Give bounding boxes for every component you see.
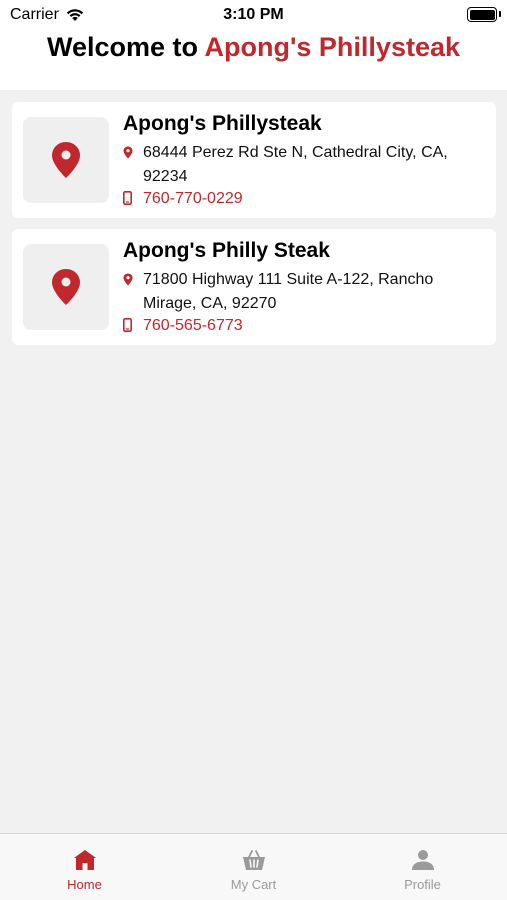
location-thumbnail [23, 244, 109, 330]
map-pin-icon [52, 142, 80, 178]
location-address: 68444 Perez Rd Ste N, Cathedral City, CA… [143, 144, 448, 185]
brand-name: Apong's Phillysteak [204, 32, 461, 62]
location-list: Apong's Phillysteak 68444 Perez Rd Ste N… [12, 102, 496, 356]
app-screen: Carrier 3:10 PM Welcome to Apong's Phill… [0, 0, 507, 900]
page-header: Welcome to Apong's Phillysteak [0, 30, 507, 90]
tab-label: Profile [404, 877, 441, 892]
status-time: 3:10 PM [223, 6, 284, 23]
address-row: 71800 Highway 111 Suite A-122, Rancho Mi… [123, 268, 486, 316]
location-phone[interactable]: 760-565-6773 [143, 316, 243, 336]
location-thumbnail [23, 117, 109, 203]
tab-my-cart[interactable]: My Cart [169, 834, 338, 900]
location-marker-icon [123, 146, 133, 159]
profile-icon [411, 850, 434, 870]
tab-label: My Cart [230, 877, 277, 892]
location-card[interactable]: Apong's Phillysteak 68444 Perez Rd Ste N… [12, 102, 496, 218]
cart-icon [242, 850, 265, 870]
location-marker-icon [123, 273, 133, 286]
home-icon [73, 850, 96, 870]
tab-home[interactable]: Home [0, 834, 169, 900]
status-bar: Carrier 3:10 PM [0, 0, 507, 30]
phone-icon [123, 191, 132, 205]
battery-cap [499, 11, 501, 17]
tab-profile[interactable]: Profile [338, 834, 507, 900]
tab-label: Home [67, 877, 102, 892]
location-name: Apong's Philly Steak [123, 239, 330, 262]
welcome-prefix: Welcome to [46, 32, 205, 62]
location-address: 71800 Highway 111 Suite A-122, Rancho Mi… [143, 271, 434, 312]
phone-icon [123, 318, 132, 332]
phone-row[interactable]: 760-770-0229 [123, 189, 486, 209]
page-title: Welcome to Apong's Phillysteak [0, 30, 507, 64]
map-pin-icon [52, 269, 80, 305]
battery-icon [467, 7, 497, 22]
location-info: Apong's Philly Steak 71800 Highway 111 S… [123, 238, 486, 336]
tab-bar: Home My Cart Profile [0, 833, 507, 900]
address-row: 68444 Perez Rd Ste N, Cathedral City, CA… [123, 141, 486, 189]
location-card[interactable]: Apong's Philly Steak 71800 Highway 111 S… [12, 229, 496, 345]
location-info: Apong's Phillysteak 68444 Perez Rd Ste N… [123, 111, 486, 209]
phone-row[interactable]: 760-565-6773 [123, 316, 486, 336]
location-phone[interactable]: 760-770-0229 [143, 189, 243, 209]
location-name: Apong's Phillysteak [123, 112, 322, 135]
